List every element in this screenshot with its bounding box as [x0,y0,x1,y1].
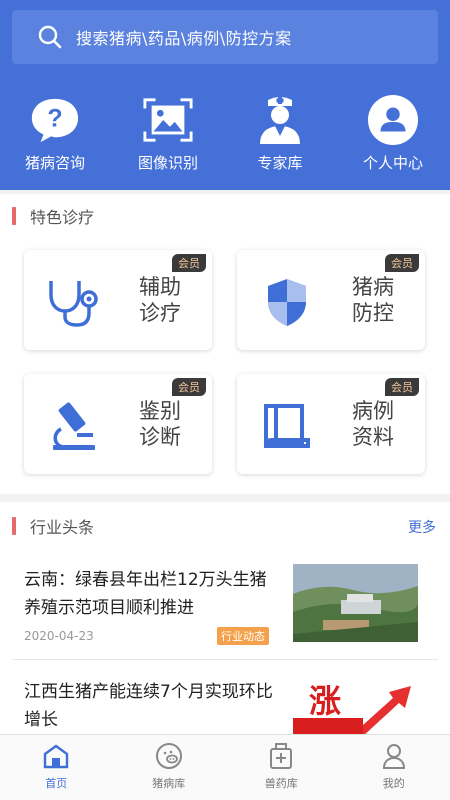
search-icon [32,19,68,55]
shield-icon [257,274,317,330]
doctor-icon [254,94,306,146]
member-badge: 会员 [172,254,206,272]
news-section: 行业头条 更多 云南：绿春县年出栏12万头生猪养殖示范项目顺利推进 2020-0… [0,502,450,734]
news-thumbnail: 涨 [293,678,418,734]
quick-nav-profile[interactable]: 个人中心 [343,94,443,174]
home-icon [41,741,71,771]
tab-pig-disease-library[interactable]: 猪病库 [113,735,226,800]
image-scan-icon [142,94,194,146]
bottom-tab-bar: 首页 猪病库 兽药库 我的 [0,734,450,800]
card-label: 鉴别诊断 [139,399,181,449]
quick-nav-consult[interactable]: ? 猪病咨询 [5,94,105,174]
member-badge: 会员 [385,378,419,396]
profile-icon [379,741,409,771]
quick-nav-experts[interactable]: 专家库 [230,94,330,174]
card-label: 猪病防控 [352,275,394,325]
quick-nav-label: 专家库 [257,154,303,172]
member-badge: 会员 [172,378,206,396]
thumbnail-text: 涨 [309,682,342,720]
card-differential-diagnosis[interactable]: 会员 鉴别诊断 [24,374,212,474]
news-category-tag: 行业动态 [217,627,269,645]
quick-nav-label: 图像识别 [137,154,198,172]
more-link[interactable]: 更多 [408,517,436,537]
card-case-library[interactable]: 会员 病例资料 [237,374,425,474]
card-label: 辅助诊疗 [139,275,181,325]
quick-nav-image-recognition[interactable]: 图像识别 [118,94,218,174]
search-bar[interactable]: 搜索猪病\药品\病例\防控方案 [12,10,438,64]
stethoscope-icon [44,274,104,330]
tab-home[interactable]: 首页 [0,735,113,800]
question-chat-icon: ? [29,94,81,146]
section-accent-bar [12,517,16,535]
medicine-box-icon [266,741,296,771]
section-accent-bar [12,207,16,225]
pig-icon [154,741,184,771]
card-assisted-diagnosis[interactable]: 会员 辅助诊疗 [24,250,212,350]
tab-me[interactable]: 我的 [338,735,450,800]
member-badge: 会员 [385,254,419,272]
news-date: 2020-04-23 [24,629,94,643]
microscope-icon [44,398,104,454]
header-banner: 搜索猪病\药品\病例\防控方案 ? 猪病咨询 图像识别 专家库 个人中心 [0,0,450,190]
news-title: 云南：绿春县年出栏12万头生猪养殖示范项目顺利推进 [24,570,267,618]
news-divider [12,659,438,660]
user-icon [367,94,419,146]
book-icon [257,398,317,454]
featured-title: 特色诊疗 [12,206,94,227]
svg-text:?: ? [47,105,62,133]
card-label: 病例资料 [352,399,394,449]
featured-section: 特色诊疗 会员 辅助诊疗 会员 猪病防控 会员 鉴别诊断 会员 病例资料 [0,194,450,494]
news-header-title: 行业头条 [12,516,94,537]
news-thumbnail [293,564,418,642]
tab-veterinary-drugs[interactable]: 兽药库 [225,735,338,800]
quick-nav-label: 猪病咨询 [24,154,85,172]
card-disease-prevention[interactable]: 会员 猪病防控 [237,250,425,350]
quick-nav-label: 个人中心 [362,154,423,172]
news-title: 江西生猪产能连续7个月实现环比增长 [24,682,273,730]
search-placeholder: 搜索猪病\药品\病例\防控方案 [76,29,292,48]
